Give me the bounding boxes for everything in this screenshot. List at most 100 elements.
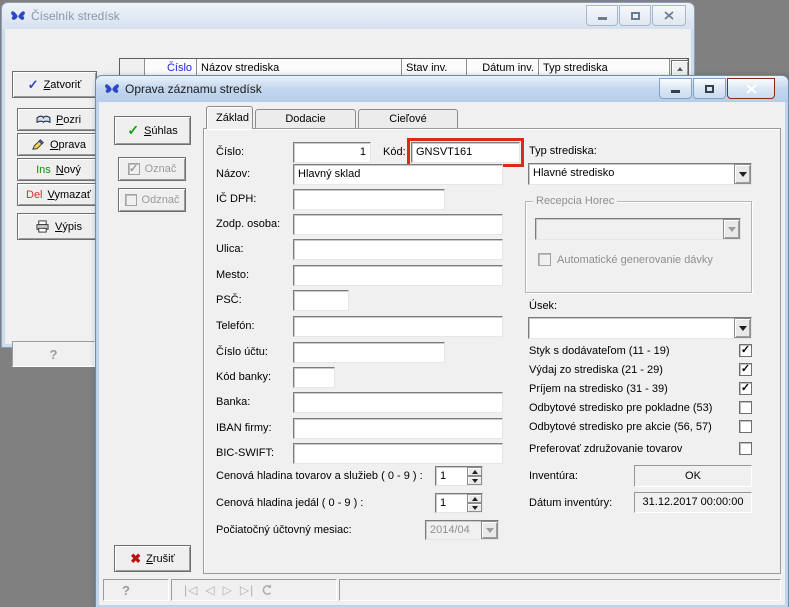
dialog-close-button[interactable] — [727, 78, 775, 99]
recepcia-combo[interactable] — [535, 218, 741, 240]
zrusit-label: Zrušiť — [146, 553, 175, 565]
poc-mesiac-label: Počiatočný účtovný mesiac: — [216, 524, 352, 536]
typ-strediska-combo[interactable]: Hlavné stredisko — [528, 163, 752, 185]
vypis-button[interactable]: Výpis — [17, 213, 100, 240]
unchecked-box-icon — [125, 194, 137, 206]
kod-input[interactable]: GNSVT161 — [411, 142, 520, 163]
suhlas-label: Súhlas — [144, 125, 178, 137]
pozri-label: Pozri — [56, 114, 81, 126]
datum-inventury-value: 31.12.2017 00:00:00 — [643, 496, 744, 508]
preferovat-zdruzovanie-checkbox[interactable] — [739, 442, 752, 455]
iban-firmy-input[interactable] — [293, 418, 503, 439]
styk-s-dodavatelom-checkbox[interactable]: ✓ — [739, 344, 752, 357]
close-icon — [664, 11, 674, 20]
dialog-navigator-panel: |◁ ◁ ▷ ▷| — [171, 579, 337, 601]
zodp-osoba-input[interactable] — [293, 214, 503, 235]
cenova-jedal-spin-down[interactable] — [467, 503, 482, 512]
odbytove-akcie-checkbox[interactable] — [739, 420, 752, 433]
kod-banky-input[interactable] — [293, 367, 335, 388]
help-icon: ? — [50, 347, 58, 362]
vydaj-zo-strediska-checkbox[interactable]: ✓ — [739, 363, 752, 376]
mesto-input[interactable] — [293, 265, 503, 286]
cenova-tovarov-spin-up[interactable] — [467, 467, 482, 476]
zrusit-button[interactable]: ✖ Zrušiť — [114, 545, 191, 572]
scroll-up-icon — [677, 67, 683, 71]
mdi-workspace: Číselník stredísk ✓ Zatvoriť Pozri Oprav… — [0, 0, 789, 607]
zodp-osoba-label: Zodp. osoba: — [216, 218, 280, 230]
cenova-tovarov-spin-down[interactable] — [467, 476, 482, 485]
help-icon: ? — [122, 583, 130, 598]
recepcia-dropdown-button[interactable] — [723, 219, 740, 239]
dialog-minimize-button[interactable] — [659, 78, 692, 99]
nazov-input[interactable]: Hlavný sklad — [293, 164, 503, 185]
odbytove-pokladne-checkbox[interactable] — [739, 401, 752, 414]
dropdown-arrow-icon — [486, 528, 494, 533]
oprava-button[interactable]: Oprava — [17, 133, 100, 156]
prijem-na-stredisko-checkbox[interactable]: ✓ — [739, 382, 752, 395]
minimize-button[interactable] — [586, 5, 618, 26]
ic-dph-label: IČ DPH: — [216, 193, 256, 205]
vymazat-button[interactable]: Del Vymazať — [17, 183, 100, 206]
tab-dodacie-strediska[interactable]: Dodacie strediská — [255, 109, 356, 129]
check-icon: ✓ — [28, 77, 39, 93]
dialog-restore-button[interactable] — [693, 78, 726, 99]
nav-last-button[interactable]: ▷| — [240, 583, 254, 597]
typ-strediska-dropdown-button[interactable] — [734, 164, 751, 184]
bic-swift-label: BIC-SWIFT: — [216, 447, 274, 459]
psc-label: PSČ: — [216, 294, 242, 306]
odznac-label: Odznač — [142, 194, 180, 206]
vydaj-zo-strediska-label: Výdaj zo strediska (21 - 29) — [529, 364, 663, 376]
green-check-icon: ✓ — [127, 122, 139, 139]
prijem-na-stredisko-label: Príjem na stredisko (31 - 39) — [529, 383, 668, 395]
automaticke-generovanie-label: Automatické generovanie dávky — [557, 254, 713, 266]
restore-button[interactable] — [619, 5, 651, 26]
telefon-input[interactable] — [293, 316, 503, 337]
nav-first-button[interactable]: |◁ — [184, 583, 198, 597]
cenova-tovarov-label: Cenová hladina tovarov a služieb ( 0 - 9… — [216, 470, 423, 482]
tab-zaklad[interactable]: Základ — [206, 106, 253, 129]
zatvorit-button[interactable]: ✓ Zatvoriť — [12, 71, 97, 98]
suhlas-button[interactable]: ✓ Súhlas — [114, 116, 191, 145]
ins-key-label: Ins — [36, 164, 51, 176]
book-icon — [36, 114, 51, 125]
spin-up-icon — [472, 497, 478, 501]
iban-firmy-label: IBAN firmy: — [216, 422, 272, 434]
nav-refresh-icon[interactable] — [261, 584, 273, 596]
inventura-value: OK — [685, 470, 701, 482]
novy-button[interactable]: Ins Nový — [17, 158, 100, 181]
dropdown-arrow-icon — [739, 326, 747, 331]
banka-input[interactable] — [293, 392, 503, 413]
dialog-status-panel-empty — [339, 579, 781, 601]
odznac-button[interactable]: Odznač — [118, 188, 186, 212]
close-button[interactable] — [652, 5, 686, 26]
cislo-input[interactable]: 1 — [293, 142, 371, 163]
app-butterfly-icon — [10, 9, 26, 23]
poc-mesiac-dropdown-button[interactable] — [481, 521, 498, 539]
tab-cielove-strediska[interactable]: Cieľové strediská — [358, 109, 458, 129]
red-cross-icon: ✖ — [130, 551, 141, 567]
datum-inventury-value-box: 31.12.2017 00:00:00 — [634, 492, 752, 513]
dialog-client-area: ✓ Súhlas ✓ Označ Odznač ✖ Zrušiť Základ … — [99, 102, 785, 605]
psc-input[interactable] — [293, 290, 349, 311]
usek-combo[interactable] — [528, 317, 752, 339]
bic-swift-input[interactable] — [293, 443, 503, 464]
spin-down-icon — [472, 506, 478, 510]
cenova-jedal-label: Cenová hladina jedál ( 0 - 9 ) : — [216, 497, 363, 509]
restore-icon — [705, 85, 714, 93]
pozri-button[interactable]: Pozri — [17, 108, 100, 131]
oprava-label: Oprava — [50, 139, 86, 151]
printer-icon — [35, 220, 50, 233]
cenova-jedal-spin-up[interactable] — [467, 494, 482, 503]
automaticke-generovanie-checkbox[interactable] — [538, 253, 551, 266]
usek-dropdown-button[interactable] — [734, 318, 751, 338]
ic-dph-input[interactable] — [293, 189, 445, 210]
oznac-button[interactable]: ✓ Označ — [118, 157, 186, 181]
nav-prev-button[interactable]: ◁ — [205, 583, 215, 597]
dropdown-arrow-icon — [728, 227, 736, 232]
spin-down-icon — [472, 479, 478, 483]
recepcia-horec-legend: Recepcia Horec — [533, 195, 617, 207]
ulica-input[interactable] — [293, 239, 503, 260]
preferovat-zdruzovanie-label: Preferovať združovanie tovarov — [529, 443, 682, 455]
nav-next-button[interactable]: ▷ — [223, 583, 233, 597]
cislo-uctu-input[interactable] — [293, 342, 445, 363]
